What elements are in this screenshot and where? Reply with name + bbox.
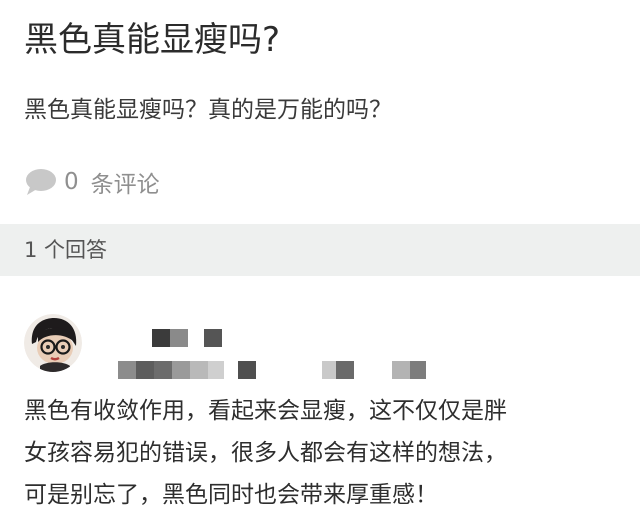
speech-bubble-icon [26,169,56,195]
comment-label: 条评论 [90,172,160,198]
question-title: 黑色真能显瘦吗? [24,20,281,60]
comment-count: 0 [64,169,79,195]
answers-count-label: 1 个回答 [24,238,108,262]
answer-line: 黑色有收敛作用，看起来会显瘦，这不仅仅是胖 [24,398,507,424]
cartoon-character-avatar-icon[interactable] [24,314,82,372]
answer-line: 可是别忘了，黑色同时也会带来厚重感！ [24,482,438,508]
answers-count-bar: 1 个回答 [0,224,640,276]
answer-item: 黑色有收敛作用，看起来会显瘦，这不仅仅是胖 女孩容易犯的错误，很多人都会有这样的… [0,276,640,524]
answer-body: 黑色有收敛作用，看起来会显瘦，这不仅仅是胖 女孩容易犯的错误，很多人都会有这样的… [24,390,624,516]
comments-link[interactable]: 0 条评论 [24,162,160,202]
question-body: 黑色真能显瘦吗？真的是万能的吗？ [24,97,392,123]
answer-line: 女孩容易犯的错误，很多人都会有这样的想法， [24,440,507,466]
